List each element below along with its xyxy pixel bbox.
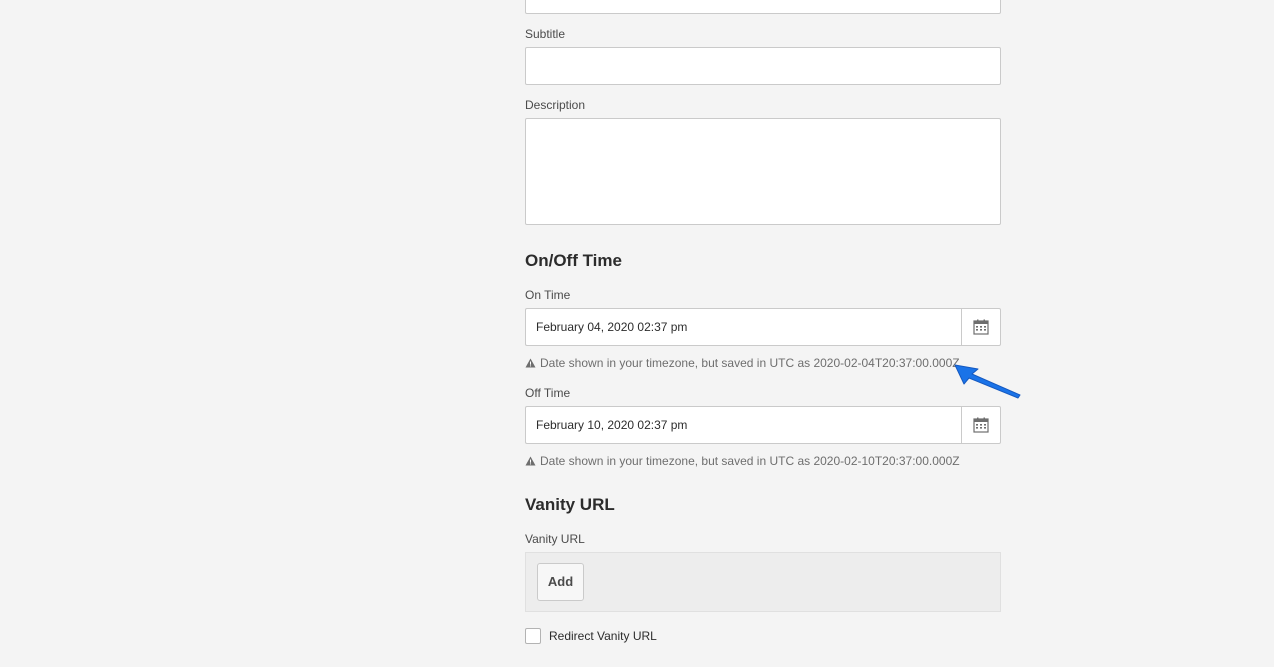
subtitle-input[interactable]: [525, 47, 1001, 85]
on-time-datepicker: February 04, 2020 02:37 pm: [525, 308, 1001, 346]
off-time-calendar-button[interactable]: [961, 406, 1001, 444]
page: Subtitle Description On/Off Time On Time…: [0, 0, 1274, 667]
vanity-url-label: Vanity URL: [525, 532, 585, 546]
title-input[interactable]: [525, 0, 1001, 14]
calendar-icon: [973, 319, 989, 335]
calendar-icon: [973, 417, 989, 433]
on-time-label: On Time: [525, 288, 571, 302]
on-off-time-heading: On/Off Time: [525, 251, 622, 270]
off-time-label: Off Time: [525, 386, 571, 400]
on-time-hint-text: Date shown in your timezone, but saved i…: [540, 356, 960, 370]
redirect-vanity-url-row: Redirect Vanity URL: [525, 628, 657, 644]
on-time-input[interactable]: February 04, 2020 02:37 pm: [525, 308, 961, 346]
annotation-arrow-icon: [954, 364, 1021, 399]
off-time-datepicker: February 10, 2020 02:37 pm: [525, 406, 1001, 444]
on-time-calendar-button[interactable]: [961, 308, 1001, 346]
on-time-hint: Date shown in your timezone, but saved i…: [525, 356, 960, 370]
vanity-url-heading: Vanity URL: [525, 495, 615, 514]
subtitle-label: Subtitle: [525, 27, 566, 41]
description-textarea[interactable]: [525, 118, 1001, 225]
alert-icon: [525, 456, 536, 466]
description-label: Description: [525, 98, 586, 112]
off-time-input[interactable]: February 10, 2020 02:37 pm: [525, 406, 961, 444]
redirect-vanity-url-checkbox[interactable]: [525, 628, 541, 644]
redirect-vanity-url-label: Redirect Vanity URL: [549, 629, 657, 643]
add-vanity-url-button[interactable]: Add: [537, 563, 584, 601]
off-time-hint-text: Date shown in your timezone, but saved i…: [540, 454, 960, 468]
off-time-hint: Date shown in your timezone, but saved i…: [525, 454, 960, 468]
alert-icon: [525, 358, 536, 368]
vanity-url-multifield: Add: [525, 552, 1001, 612]
